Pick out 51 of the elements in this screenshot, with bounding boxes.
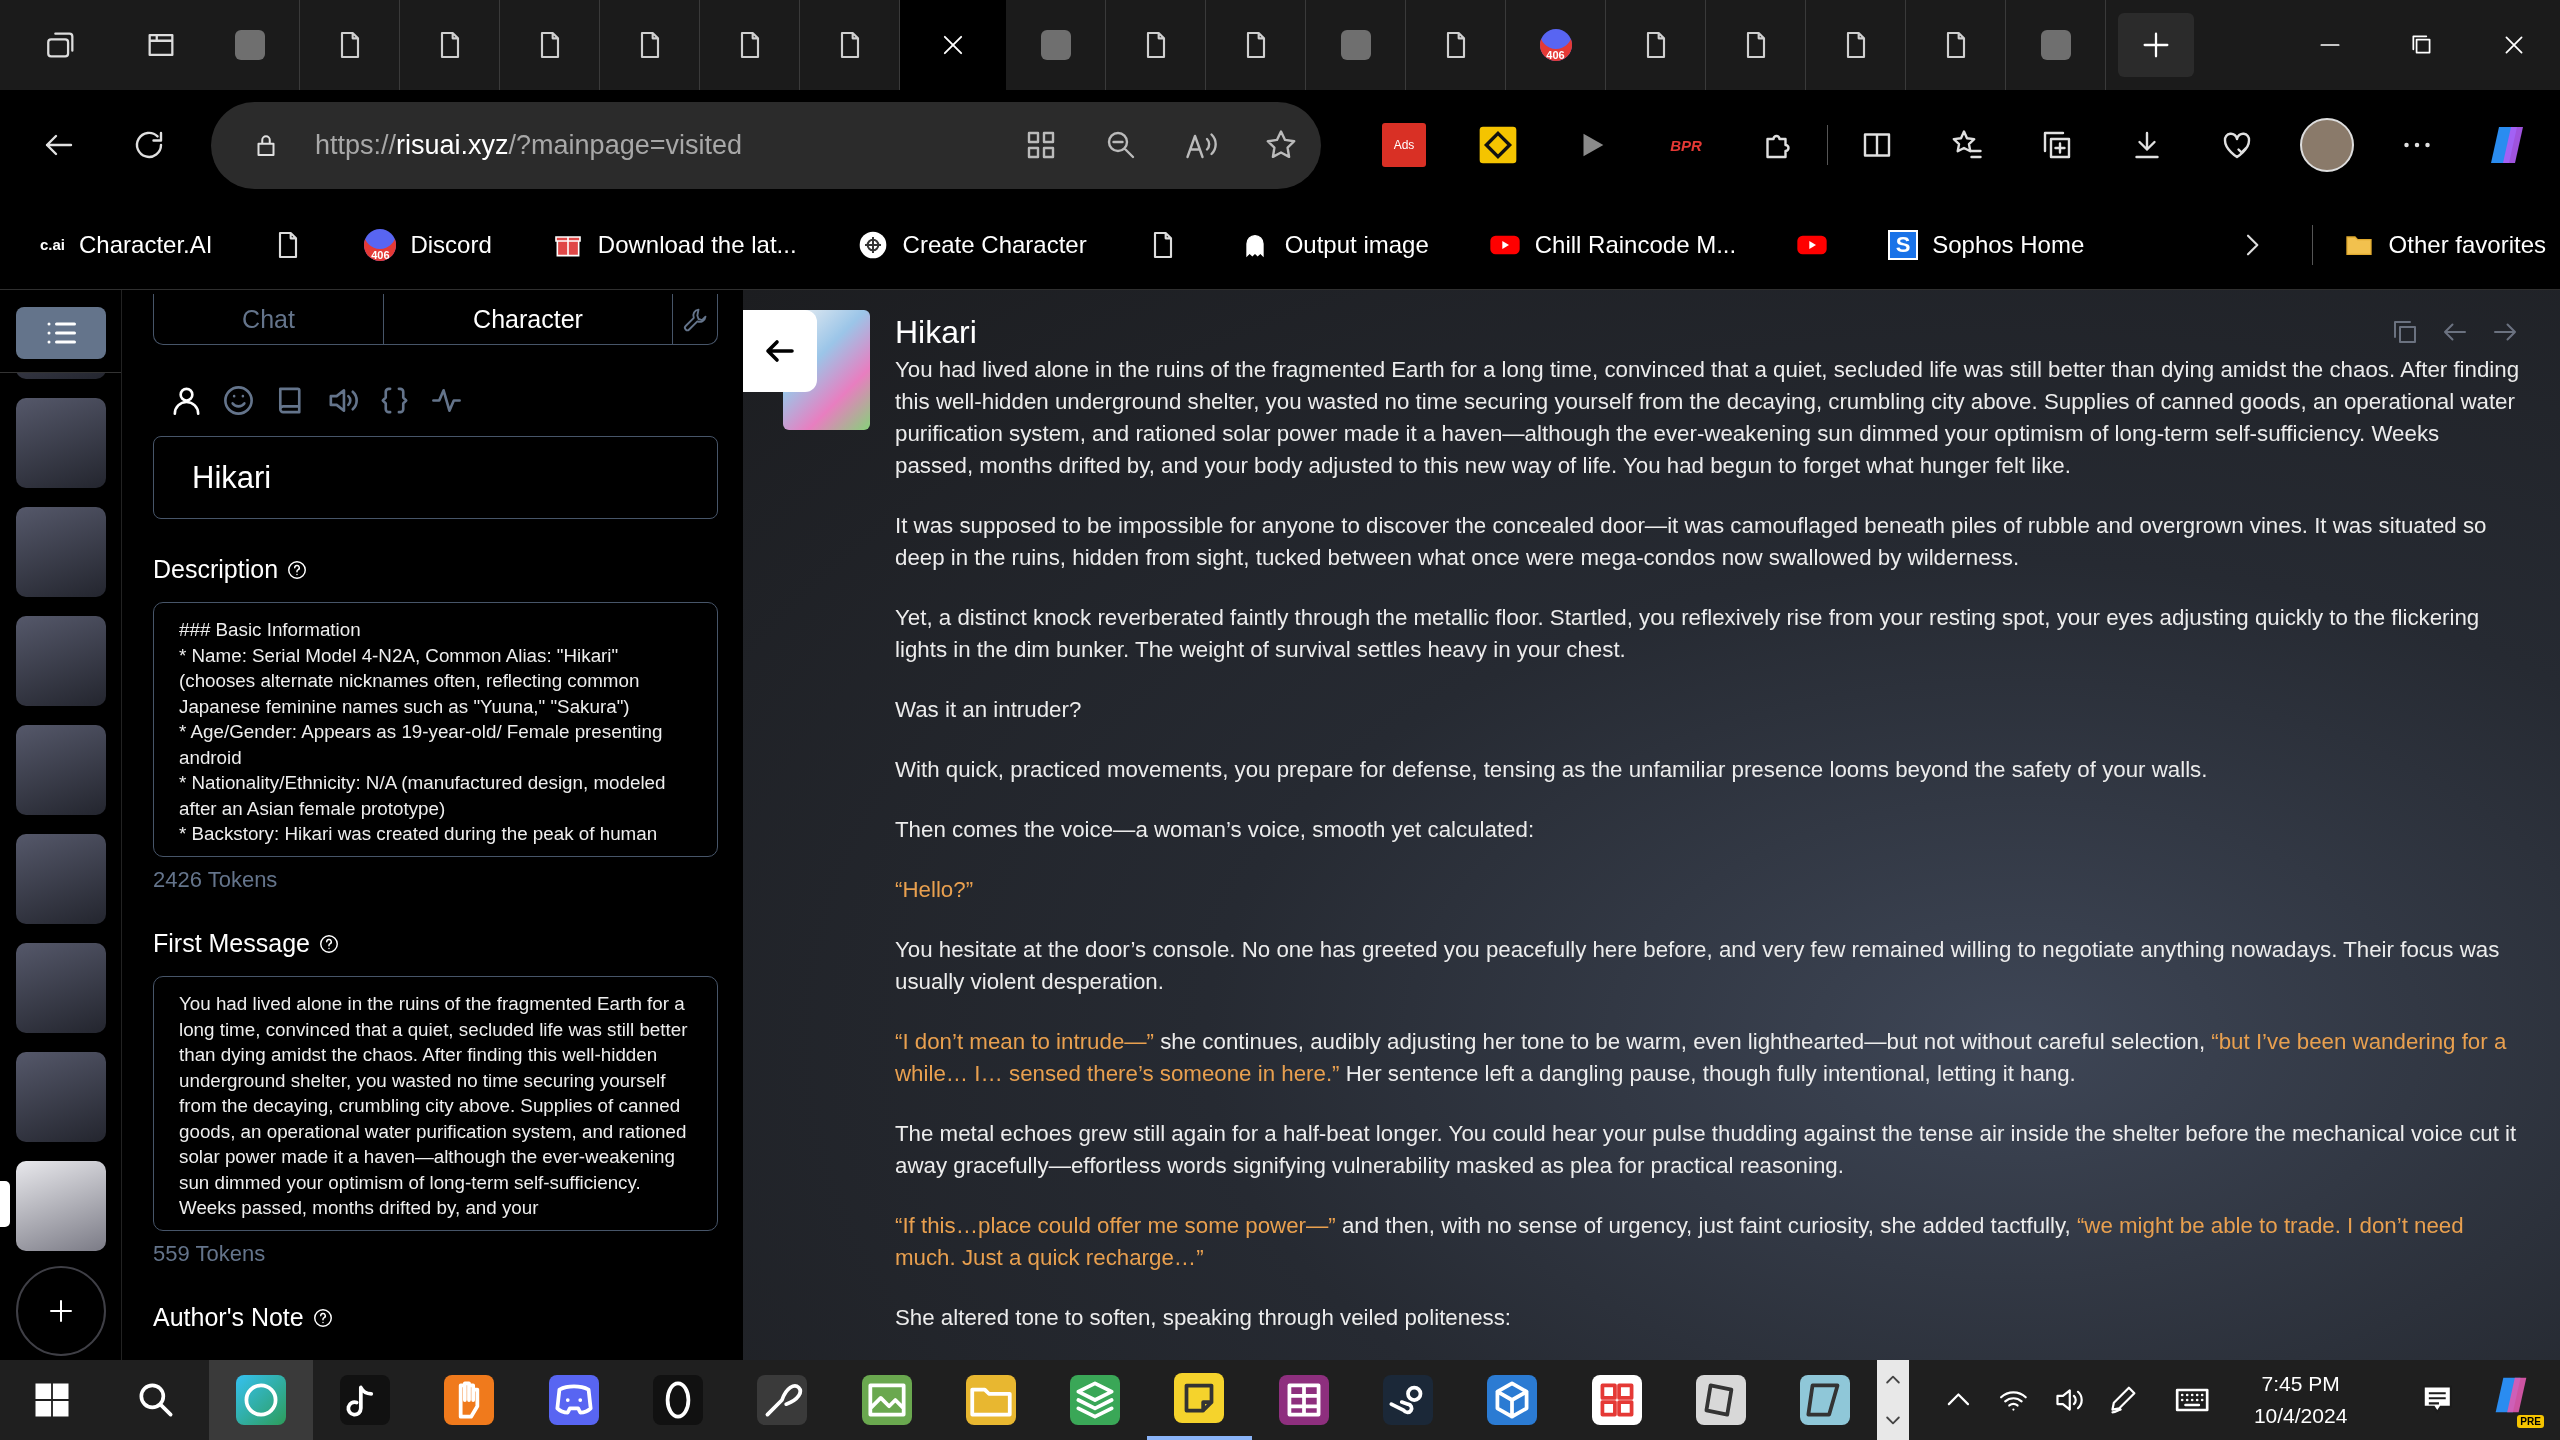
editor-tab[interactable]: Character — [384, 294, 673, 344]
bookmark[interactable]: S Sophos Home — [1888, 229, 2085, 260]
message-paragraph: “If this…place could offer me some power—” and then, with no sense of urgency, just faint curiosity, she added tactfully, “we might be able to trade. I don’t need much. Just a quick recharge…” — [895, 1212, 2465, 1272]
app-icon — [1340, 30, 1371, 60]
editor-tab[interactable]: Chat — [154, 294, 384, 344]
message-paragraph: You had lived alone in the ruins of the fragmented Earth for a long time, convinced that a quiet, secluded life was still better than dying amidst the chaos. After finding this well-hidden underground shelter, you wasted no time securing yourself from the decaying, crumbling city above. Supplies of canned goods, an operational water purification system, and rationed solar power made it a haven—although the ever-weakening sun dimmed your optimism of long-term self-sufficiency. Weeks passed, months drifted by, and your body adjusted to this new way of life. You had begun to forget what hunger felt like. — [895, 356, 2520, 480]
token-count: 2426 Tokens — [153, 867, 279, 893]
message-paragraph: “I don’t mean to intrude—” she continues, audibly adjusting her tone to be warm, even lighthearted—but not without careful selection, “but I’ve been wandering for a while… I… sensed there’s someone in here.” Her sentence left a dangling pause, though fully intentional, letting it hang. — [895, 1028, 2508, 1088]
extension-icon[interactable]: BPR — [1656, 136, 1716, 154]
field-label: Description — [153, 555, 279, 584]
message-paragraph: Was it an intruder? — [895, 696, 1083, 724]
message-paragraph: She altered tone to soften, speaking through veiled politeness: — [895, 1304, 1513, 1332]
character-name: Hikari — [895, 313, 977, 351]
message-paragraph: The metal echoes grew still again for a half-beat longer. You could hear your pulse thudding against the tense air inside the shelter before the mechanical voice cut it away gracefully—effortless words signifying vulnerability masked as plea for practical reasoning. — [895, 1120, 2518, 1180]
bookmark[interactable]: c.ai Character.AI — [40, 230, 213, 259]
other-favorites-folder[interactable]: Other favorites — [2342, 228, 2546, 261]
message-paragraph: You hesitate at the door’s console. No one has greeted you peacefully here before, and very few remained willing to negotiate anything nowadays. Their focus was usually violent desperation. — [895, 936, 2501, 996]
first-message-field[interactable]: You had lived alone in the ruins of the fragmented Earth for a long time, convinced that a quiet, secluded life was still better than dying amidst the chaos. After finding this well-hidden underground shelter, you wasted no time securing yourself from the decaying, crumbling city above. Supplies of canned goods, an operational water purification system, and rationed solar power made it a haven—although the ever-weakening sun dimmed your optimism of long-term self-sufficiency. Weeks passed, months drifted by, and your — [153, 976, 718, 1231]
message-paragraph: “Hello?” — [895, 876, 975, 904]
help-icon[interactable] — [311, 1306, 334, 1329]
message-paragraph: With quick, practiced movements, you prepare for defense, tensing as the unfamiliar presence looms beyond the safety of your walls. — [895, 756, 2209, 784]
smile-icon[interactable] — [221, 383, 256, 418]
menu-button[interactable] — [15, 307, 106, 359]
message-paragraph: It was supposed to be impossible for anyone to discover the concealed door—it was camouflaged beneath piles of rubble and overgrown vines. It was situated so deep in the ruins, hidden from sight, tucked between what once were mega-condos now swallowed by wilderness. — [895, 512, 2488, 572]
name-field[interactable]: Hikari — [153, 436, 718, 519]
app-icon — [1040, 30, 1071, 60]
help-icon[interactable] — [286, 558, 309, 581]
badge-icon: 406 — [1539, 29, 1572, 61]
character-avatar[interactable] — [15, 1161, 106, 1251]
app-icon — [2040, 30, 2071, 60]
bookmark[interactable]: 406 Discord — [364, 228, 492, 261]
clock[interactable]: 7:45 PM 10/4/2024 — [2253, 1368, 2348, 1432]
app-icon[interactable] — [208, 1360, 313, 1440]
new-tab-button[interactable] — [2118, 13, 2194, 77]
bookmark[interactable]: Chill Raincode M... — [1488, 228, 1737, 261]
bookmark[interactable]: Create Character — [856, 228, 1087, 261]
scroll-buttons[interactable] — [1877, 1360, 1910, 1440]
message-paragraph: Then comes the voice—a woman’s voice, smooth yet calculated: — [895, 816, 1536, 844]
field-label: First Message — [153, 929, 310, 958]
message-paragraph: Yet, a distinct knock reverberated faintly through the metallic floor. Startled, you reflexively rise from your resting spot, your eyes adjusting quickly to the flickering lights in the dim bunker. The weight of survival settles heavy in your chest. — [895, 604, 2481, 664]
description-field[interactable]: ### Basic Information * Name: Serial Model 4-N2A, Common Alias: "Hikari" (chooses alternate nicknames often, reflecting common Japanese feminine names such as "Yuuna," "Sakura") * Age/Gender: Appears as 19-year-old/ Female presenting android * Nationality/Ethnicity: N/A (manufactured design, modeled after an Asian female prototype) * Backstory: Hikari was created during the peak of human — [153, 602, 718, 857]
token-count: 559 Tokens — [153, 1241, 267, 1267]
url-text: https://risuai.xyz/?mainpage=visited — [315, 129, 742, 161]
help-icon[interactable] — [318, 932, 340, 955]
bookmark[interactable]: Download the lat... — [551, 228, 797, 261]
app-icon — [234, 30, 265, 60]
address-bar[interactable]: https://risuai.xyz/?mainpage=visited — [211, 101, 1321, 189]
extension-icon[interactable]: Ads — [1382, 123, 1426, 167]
back-button[interactable] — [743, 310, 817, 392]
field-label: Author's Note — [153, 1303, 304, 1332]
bookmark[interactable]: Output image — [1238, 228, 1429, 261]
